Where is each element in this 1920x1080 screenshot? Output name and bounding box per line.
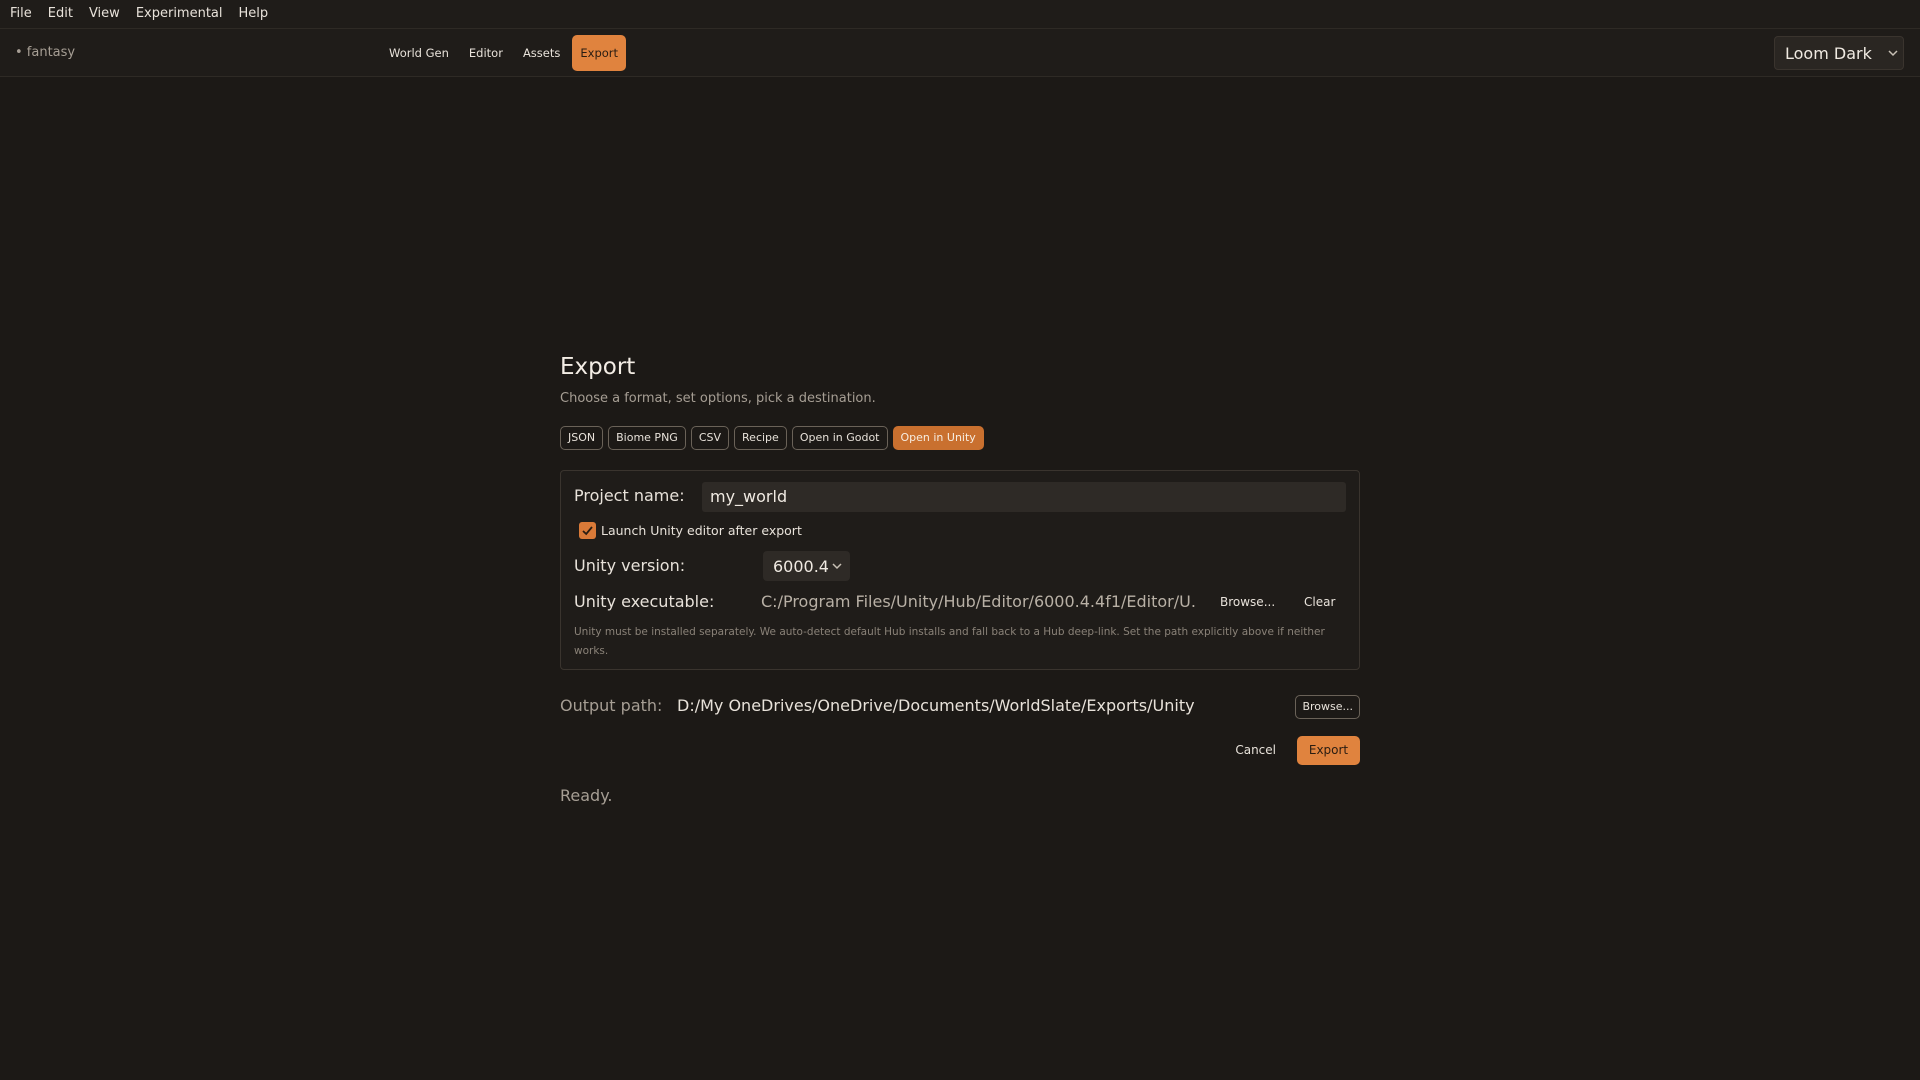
menu-edit[interactable]: Edit [40, 0, 81, 28]
menu-file[interactable]: File [0, 0, 40, 28]
launch-unity-checkbox[interactable] [579, 522, 596, 539]
dialog-actions: Cancel Export [560, 736, 1360, 766]
tab-export[interactable]: Export [572, 35, 627, 71]
exe-browse-button[interactable]: Browse... [1220, 595, 1275, 609]
chevron-down-icon [1883, 43, 1903, 63]
theme-select-value: Loom Dark [1785, 43, 1872, 63]
format-unity-button[interactable]: Open in Unity [892, 426, 984, 450]
tab-world-gen[interactable]: World Gen [381, 35, 457, 71]
format-json-button[interactable]: JSON [560, 426, 604, 450]
menu-experimental[interactable]: Experimental [128, 0, 231, 28]
check-icon [582, 526, 593, 536]
format-biome-png-button[interactable]: Biome PNG [608, 426, 686, 450]
theme-select[interactable]: Loom Dark [1774, 36, 1904, 70]
cancel-button[interactable]: Cancel [1235, 743, 1276, 757]
toolbar: • fantasy World Gen Editor Assets Export… [0, 29, 1920, 77]
export-panel: Export Choose a format, set options, pic… [560, 350, 1360, 805]
format-recipe-button[interactable]: Recipe [734, 426, 787, 450]
unity-options-card: Project name: Launch Unity editor after … [560, 470, 1360, 670]
output-path-value: D:/My OneDrives/OneDrive/Documents/World… [677, 696, 1195, 715]
chevron-down-icon [829, 556, 846, 576]
unity-executable-label: Unity executable: [574, 592, 715, 611]
project-name: • fantasy [15, 45, 76, 60]
main-nav-tabs: World Gen Editor Assets Export [381, 35, 627, 71]
output-path-label: Output path: [560, 696, 663, 715]
tab-assets[interactable]: Assets [515, 35, 568, 71]
tab-editor[interactable]: Editor [461, 35, 511, 71]
project-name-label: Project name: [574, 486, 685, 505]
unity-version-label: Unity version: [574, 556, 686, 575]
unity-executable-path: C:/Program Files/Unity/Hub/Editor/6000.4… [761, 592, 1197, 611]
format-tabs: JSON Biome PNG CSV Recipe Open in Godot … [560, 426, 1360, 450]
unity-version-value: 6000.4 [773, 556, 829, 576]
output-path-row: Output path: D:/My OneDrives/OneDrive/Do… [560, 692, 1360, 722]
menu-view[interactable]: View [81, 0, 128, 28]
status-text: Ready. [560, 786, 613, 805]
page-subtitle: Choose a format, set options, pick a des… [560, 391, 876, 406]
unity-install-hint: Unity must be installed separately. We a… [574, 626, 1325, 657]
output-browse-button[interactable]: Browse... [1295, 695, 1360, 719]
exe-clear-button[interactable]: Clear [1304, 595, 1335, 609]
launch-unity-label[interactable]: Launch Unity editor after export [601, 522, 802, 539]
menu-help[interactable]: Help [231, 0, 277, 28]
format-godot-button[interactable]: Open in Godot [791, 426, 888, 450]
export-button[interactable]: Export [1297, 736, 1360, 765]
format-csv-button[interactable]: CSV [690, 426, 730, 450]
unity-version-select[interactable]: 6000.4 [763, 551, 850, 581]
project-name-input[interactable] [702, 482, 1346, 512]
page-title: Export [560, 354, 636, 380]
menu-bar: File Edit View Experimental Help [0, 0, 1920, 29]
